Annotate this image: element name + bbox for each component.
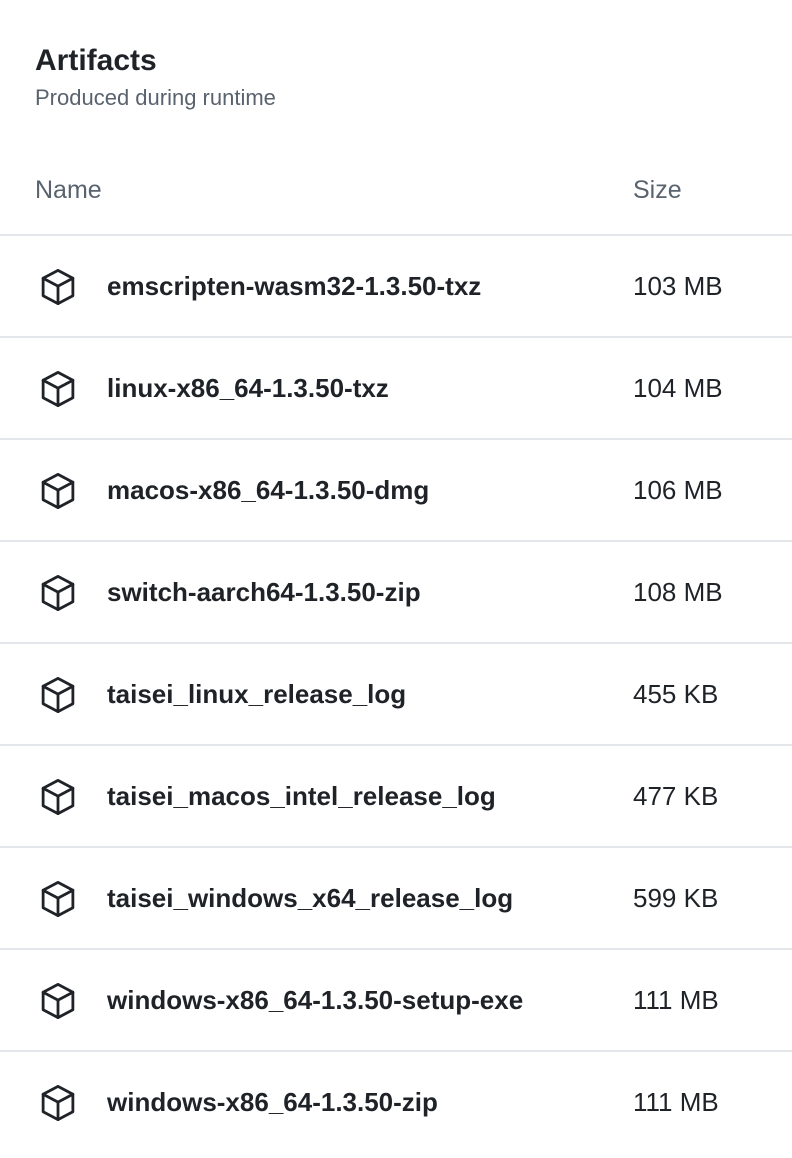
artifacts-section: Artifacts Produced during runtime Name S… bbox=[0, 0, 792, 1154]
column-header-size: Size bbox=[633, 176, 682, 204]
artifact-row: taisei_macos_intel_release_log 477 KB bbox=[0, 746, 792, 848]
artifact-size: 477 KB bbox=[633, 781, 719, 811]
artifact-name-link[interactable]: taisei_linux_release_log bbox=[107, 678, 406, 710]
artifact-name-link[interactable]: emscripten-wasm32-1.3.50-txz bbox=[107, 270, 481, 302]
artifact-row: emscripten-wasm32-1.3.50-txz 103 MB bbox=[0, 236, 792, 338]
artifact-list: emscripten-wasm32-1.3.50-txz 103 MB linu… bbox=[0, 236, 792, 1154]
package-icon bbox=[37, 469, 79, 513]
package-icon bbox=[37, 775, 79, 819]
artifact-size: 455 KB bbox=[633, 679, 719, 709]
artifact-name-link[interactable]: switch-aarch64-1.3.50-zip bbox=[107, 576, 421, 608]
package-icon bbox=[37, 571, 79, 615]
package-icon bbox=[37, 673, 79, 717]
artifact-row: taisei_linux_release_log 455 KB bbox=[0, 644, 792, 746]
artifact-name-link[interactable]: windows-x86_64-1.3.50-setup-exe bbox=[107, 984, 523, 1016]
column-header-name: Name bbox=[35, 176, 102, 204]
package-icon bbox=[37, 979, 79, 1023]
artifact-row: macos-x86_64-1.3.50-dmg 106 MB bbox=[0, 440, 792, 542]
artifact-row: switch-aarch64-1.3.50-zip 108 MB bbox=[0, 542, 792, 644]
artifact-name-link[interactable]: windows-x86_64-1.3.50-zip bbox=[107, 1086, 438, 1118]
artifact-size: 111 MB bbox=[633, 1087, 719, 1117]
package-icon bbox=[37, 265, 79, 309]
package-icon bbox=[37, 877, 79, 921]
artifact-row: windows-x86_64-1.3.50-setup-exe 111 MB bbox=[0, 950, 792, 1052]
artifact-name-link[interactable]: macos-x86_64-1.3.50-dmg bbox=[107, 474, 429, 506]
artifact-row: taisei_windows_x64_release_log 599 KB bbox=[0, 848, 792, 950]
artifact-size: 103 MB bbox=[633, 271, 723, 301]
artifact-name-link[interactable]: taisei_macos_intel_release_log bbox=[107, 780, 496, 812]
table-header: Name Size bbox=[0, 0, 792, 236]
artifact-size: 599 KB bbox=[633, 883, 719, 913]
artifact-size: 106 MB bbox=[633, 475, 723, 505]
artifact-size: 108 MB bbox=[633, 577, 723, 607]
package-icon bbox=[37, 1081, 79, 1125]
artifact-size: 104 MB bbox=[633, 373, 723, 403]
package-icon bbox=[37, 367, 79, 411]
artifact-name-link[interactable]: linux-x86_64-1.3.50-txz bbox=[107, 372, 389, 404]
artifact-size: 111 MB bbox=[633, 985, 719, 1015]
artifact-row: windows-x86_64-1.3.50-zip 111 MB bbox=[0, 1052, 792, 1154]
artifact-name-link[interactable]: taisei_windows_x64_release_log bbox=[107, 882, 513, 914]
artifact-row: linux-x86_64-1.3.50-txz 104 MB bbox=[0, 338, 792, 440]
